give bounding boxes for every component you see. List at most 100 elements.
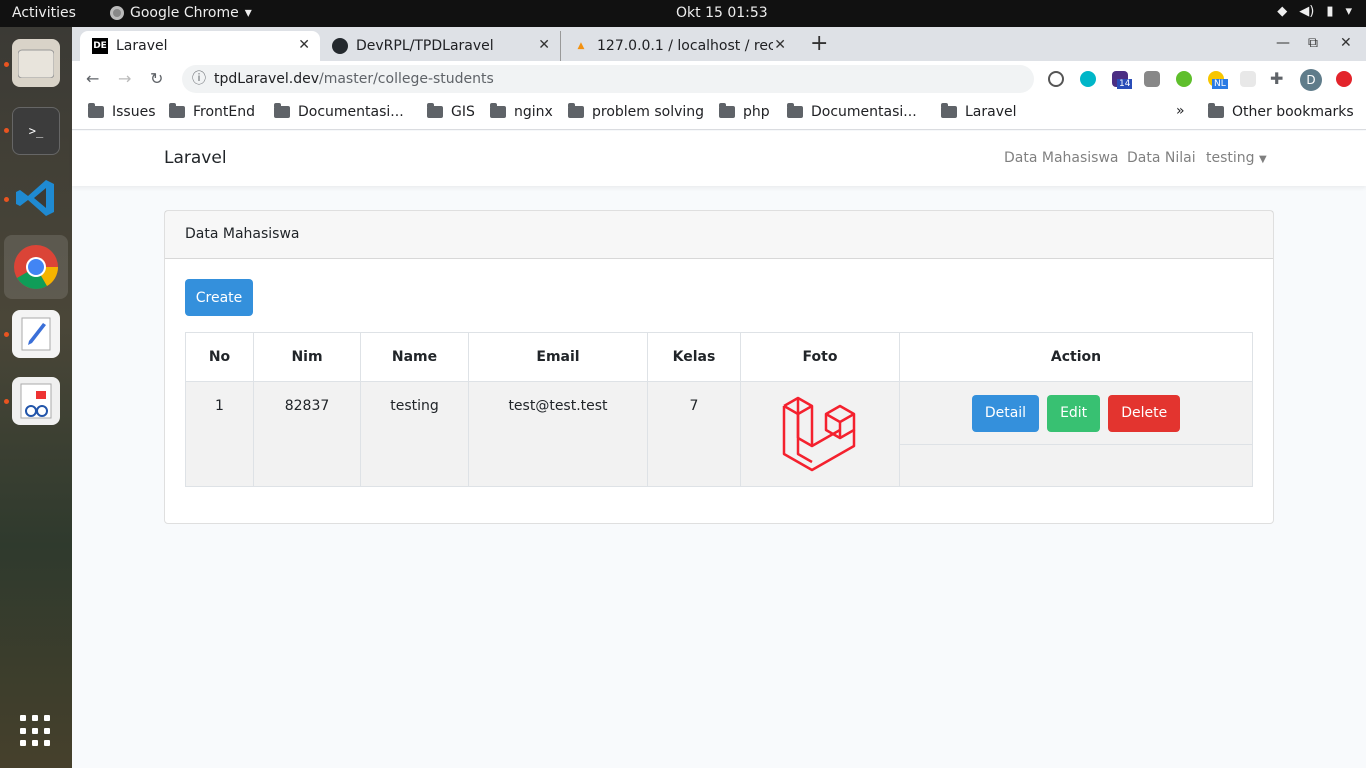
forward-icon[interactable]: → [118, 69, 131, 88]
bookmark-folder-other[interactable]: Other bookmarks [1208, 103, 1354, 120]
files-icon[interactable] [12, 39, 60, 87]
table-header-row: No Nim Name Email Kelas Foto Action [185, 332, 1253, 382]
running-indicator [4, 62, 9, 67]
bookmark-label: Issues [112, 104, 156, 120]
column-header: Email [468, 332, 648, 382]
bookmark-label: Documentasi... [811, 104, 917, 120]
activities-button[interactable]: Activities [12, 5, 76, 21]
bookmark-folder[interactable]: GIS [427, 103, 475, 120]
bookmark-label: Laravel [965, 104, 1017, 120]
brand-link[interactable]: Laravel [164, 148, 227, 168]
github-icon [332, 38, 348, 54]
extension-icon[interactable] [1048, 71, 1064, 87]
folder-icon [88, 103, 104, 118]
show-apps-icon[interactable] [20, 715, 52, 747]
running-indicator [4, 399, 9, 404]
clock[interactable]: Okt 15 01:53 [676, 5, 768, 21]
user-name: testing [1206, 150, 1255, 166]
bookmark-label: nginx [514, 104, 553, 120]
table-row: 1 82837 testing test@test.test 7 Detail … [185, 381, 1253, 487]
tab-label: Laravel [116, 38, 168, 54]
folder-icon [427, 103, 443, 118]
system-tray[interactable]: ◆ ◀) ▮ ▾ [1277, 4, 1352, 19]
url-host: tpdLaravel.dev [214, 71, 319, 87]
bookmark-label: php [743, 104, 770, 120]
close-icon[interactable]: ✕ [538, 37, 550, 53]
folder-icon [568, 103, 584, 118]
bookmarks-overflow[interactable]: » [1176, 103, 1185, 119]
extension-icon[interactable] [1080, 71, 1096, 87]
minimize-icon[interactable]: — [1276, 35, 1290, 51]
column-header: Name [360, 332, 469, 382]
bookmark-label: GIS [451, 104, 475, 120]
tab-strip: DE Laravel ✕ DevRPL/TPDLaravel ✕ ▲ 127.0… [72, 27, 1366, 61]
create-button[interactable]: Create [185, 279, 253, 316]
reload-icon[interactable]: ↻ [150, 69, 163, 88]
puzzle-icon[interactable]: ✚ [1270, 69, 1283, 88]
site-info-icon[interactable]: ⓘ [192, 65, 206, 93]
tab-label: DevRPL/TPDLaravel [356, 38, 494, 54]
column-header: Action [899, 332, 1253, 382]
bookmark-label: Documentasi... [298, 104, 404, 120]
tab-github[interactable]: DevRPL/TPDLaravel ✕ [320, 31, 560, 61]
bookmark-folder[interactable]: Laravel [941, 103, 1017, 120]
detail-button[interactable]: Detail [971, 394, 1040, 432]
column-header: Kelas [647, 332, 741, 382]
battery-icon: ▮ [1326, 4, 1334, 19]
chrome-icon [14, 245, 58, 289]
restore-icon[interactable]: ⧉ [1308, 35, 1318, 51]
edit-button[interactable]: Edit [1047, 394, 1101, 432]
update-icon[interactable] [1336, 71, 1352, 87]
bookmark-folder[interactable]: php [719, 103, 770, 120]
terminal-icon[interactable]: >_ [12, 107, 60, 155]
chrome-icon [110, 6, 124, 20]
delete-button[interactable]: Delete [1108, 394, 1181, 432]
close-window-icon[interactable]: ✕ [1340, 35, 1352, 51]
app-navbar: Laravel Data Mahasiswa Data Nilai testin… [72, 131, 1366, 186]
folder-icon [787, 103, 803, 118]
students-table: No Nim Name Email Kelas Foto Action 1 82… [185, 332, 1253, 487]
chevron-down-icon: ▾ [1345, 4, 1352, 19]
folder-icon [719, 103, 735, 118]
wifi-icon: ◆ [1277, 4, 1288, 19]
back-icon[interactable]: ← [86, 69, 99, 88]
folder-icon [941, 103, 957, 118]
tab-label: 127.0.0.1 / localhost / recr [597, 38, 773, 54]
folder-icon [274, 103, 290, 118]
extension-badge: NL [1212, 79, 1228, 89]
extension-icon[interactable] [1240, 71, 1256, 87]
extension-icon[interactable] [1144, 71, 1160, 87]
nav-user-dropdown[interactable]: testing ▼ [1206, 150, 1267, 166]
tab-laravel[interactable]: DE Laravel ✕ [80, 31, 320, 61]
caret-down-icon: ▼ [1259, 154, 1267, 165]
app-menu[interactable]: Google Chrome ▾ [110, 5, 252, 21]
bookmark-folder[interactable]: nginx [490, 103, 553, 120]
bookmark-folder[interactable]: Documentasi... [274, 103, 404, 120]
column-header: Nim [253, 332, 361, 382]
nav-data-mahasiswa[interactable]: Data Mahasiswa [1004, 150, 1119, 166]
cell-foto [740, 381, 900, 487]
app-name: Google Chrome [130, 5, 239, 21]
running-indicator [4, 332, 9, 337]
extension-icon[interactable] [1176, 71, 1192, 87]
url-path: /master/college-students [319, 71, 494, 87]
bookmark-folder[interactable]: Issues [88, 103, 156, 120]
running-indicator [4, 197, 9, 202]
close-icon[interactable]: ✕ [774, 37, 786, 53]
bookmark-label: problem solving [592, 104, 705, 120]
chrome-dock-item[interactable] [4, 235, 68, 299]
document-viewer-icon[interactable] [12, 377, 60, 425]
bookmark-folder[interactable]: FrontEnd [169, 103, 255, 120]
nav-data-nilai[interactable]: Data Nilai [1127, 150, 1196, 166]
text-editor-icon[interactable] [12, 310, 60, 358]
bookmark-folder[interactable]: problem solving [568, 103, 705, 120]
tab-phpmyadmin[interactable]: ▲ 127.0.0.1 / localhost / recr ✕ [560, 31, 796, 61]
close-icon[interactable]: ✕ [298, 37, 310, 53]
volume-icon: ◀) [1299, 4, 1315, 19]
students-card: Data Mahasiswa Create No Nim Name Email … [164, 210, 1274, 524]
vscode-icon[interactable] [12, 174, 60, 222]
avatar[interactable]: D [1300, 69, 1322, 91]
new-tab-icon[interactable]: + [810, 31, 828, 56]
address-bar[interactable]: ⓘ tpdLaravel.dev/master/college-students [182, 65, 1034, 93]
bookmark-folder[interactable]: Documentasi... [787, 103, 917, 120]
